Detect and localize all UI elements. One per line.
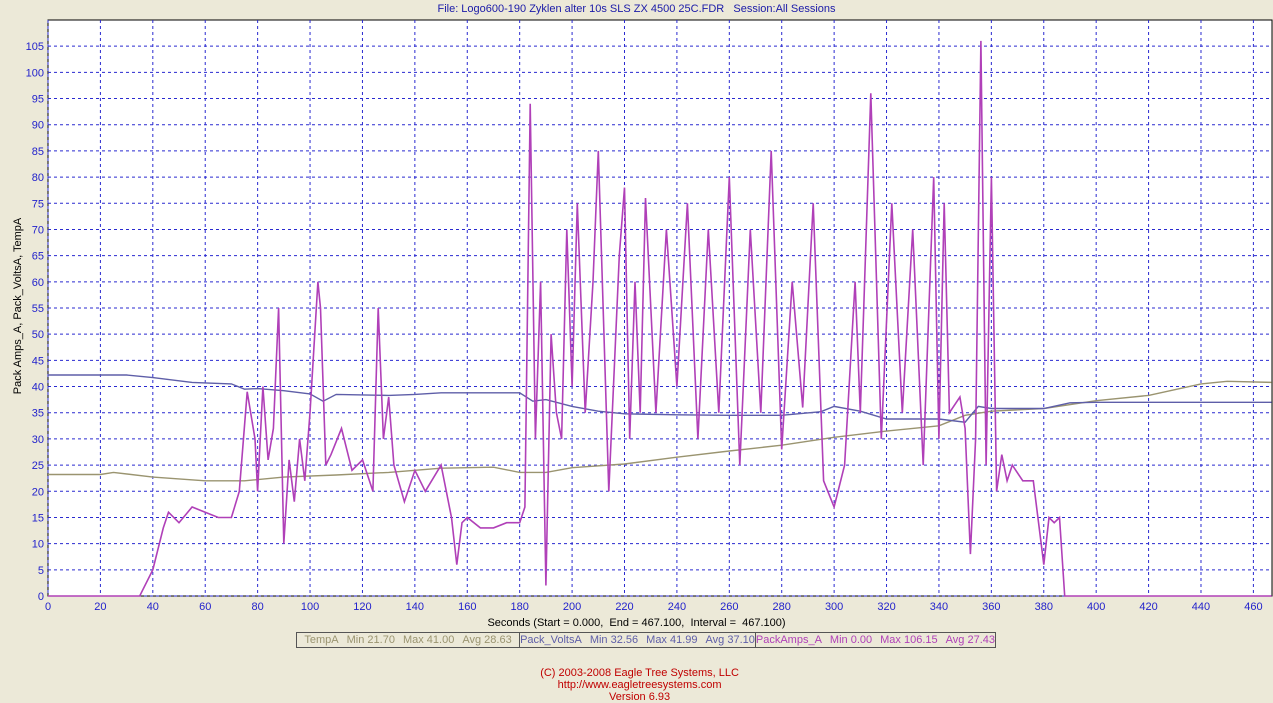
y-tick-label: 30 <box>32 434 44 446</box>
y-tick-label: 105 <box>26 41 44 53</box>
x-tick-label: 20 <box>94 601 106 613</box>
version-text: Version 6.93 <box>608 691 671 703</box>
legend-max-value: 41.00 <box>426 634 455 646</box>
chart: 0 5 10 15 20 25 30 35 40 45 50 55 60 65 70 75 80 85 90 95 10… <box>26 19 1273 613</box>
legend-item-temp: TempA Min 21.70 Max 41.00 Avg 28.63 <box>297 633 521 647</box>
legend-avg-value: 27.43 <box>967 634 995 646</box>
legend-name: TempA <box>304 634 339 646</box>
x-tick-label: 220 <box>615 601 633 613</box>
y-tick-label: 15 <box>32 512 44 524</box>
legend-item-volts: Pack_VoltsA Min 32.56 Max 41.99 Avg 37.1… <box>520 633 756 647</box>
y-tick-label: 45 <box>32 355 44 367</box>
x-axis-label: Seconds (Start = 0.000, End = 467.100, I… <box>487 617 786 629</box>
legend-avg-label: Avg <box>945 634 965 646</box>
legend-max: Max 41.99 <box>646 633 697 647</box>
x-tick-label: 180 <box>510 601 528 613</box>
x-tick-label: 340 <box>930 601 948 613</box>
legend-max: Max 106.15 <box>880 633 938 647</box>
y-tick-label: 85 <box>32 146 44 158</box>
legend-min: Min 21.70 <box>347 633 395 647</box>
x-tick-label: 380 <box>1035 601 1053 613</box>
footer: (C) 2003-2008 Eagle Tree Systems, LLC ht… <box>0 655 1273 703</box>
x-tick-label: 0 <box>45 601 51 613</box>
x-tick-label: 80 <box>252 601 264 613</box>
y-tick-label: 0 <box>38 591 44 603</box>
x-tick-label: 160 <box>458 601 476 613</box>
legend-max-value: 41.99 <box>670 634 698 646</box>
x-tick-label: 240 <box>668 601 686 613</box>
y-tick-label: 40 <box>32 382 44 394</box>
legend-min-label: Min <box>589 634 608 646</box>
legend-min-label: Min <box>829 634 848 646</box>
legend-min-value: 32.56 <box>610 634 639 646</box>
legend-max: Max 41.00 <box>403 633 454 647</box>
y-tick-label: 70 <box>32 224 44 236</box>
legend-min: Min 0.00 <box>830 633 872 647</box>
legend-item-amps: PackAmps_A Min 0.00 Max 106.15 Avg 27.43 <box>756 633 995 647</box>
legend-avg-value: 37.10 <box>727 634 755 646</box>
chart-title: File: Logo600-190 Zyklen alter 10s SLS Z… <box>437 3 836 15</box>
y-tick-label: 5 <box>38 565 44 577</box>
y-tick-label: 10 <box>32 539 44 551</box>
x-tick-label: 200 <box>563 601 581 613</box>
legend-name: Pack_VoltsA <box>520 634 582 646</box>
y-tick-label: 50 <box>32 329 44 341</box>
legend-max-label: Max <box>402 634 424 646</box>
x-tick-label: 320 <box>877 601 895 613</box>
x-tick-label: 400 <box>1087 601 1105 613</box>
legend-avg-label: Avg <box>462 634 482 646</box>
y-tick-label: 35 <box>32 408 44 420</box>
legend-avg: Avg 37.10 <box>706 633 755 647</box>
legend-min-value: 21.70 <box>367 634 395 646</box>
y-tick-label: 25 <box>32 460 44 472</box>
y-tick-label: 90 <box>32 120 44 132</box>
y-ticks: 0 5 10 15 20 25 30 35 40 45 50 55 60 65 70 75 80 85 90 95 10… <box>26 41 44 603</box>
legend-min-label: Min <box>346 634 365 646</box>
y-tick-label: 95 <box>32 94 44 106</box>
legend-avg-label: Avg <box>705 634 725 646</box>
legend: TempA Min 21.70 Max 41.00 Avg 28.63 Pack… <box>296 632 996 648</box>
legend-max-label: Max <box>880 634 901 646</box>
y-tick-label: 20 <box>32 486 44 498</box>
legend-max-value: 106.15 <box>903 634 938 646</box>
x-tick-label: 420 <box>1139 601 1157 613</box>
website-link[interactable]: http://www.eagletreesystems.com <box>558 679 722 691</box>
y-tick-label: 60 <box>32 277 44 289</box>
x-tick-label: 280 <box>773 601 791 613</box>
x-tick-label: 260 <box>720 601 738 613</box>
x-tick-label: 300 <box>825 601 843 613</box>
legend-avg: Avg 27.43 <box>946 633 995 647</box>
legend-name: PackAmps_A <box>755 634 822 646</box>
x-tick-label: 460 <box>1244 601 1262 613</box>
x-ticks: 0 20 40 60 80 100 120 140 160 180 200 220 240 260 280 3… <box>45 601 1263 613</box>
x-tick-label: 60 <box>199 601 211 613</box>
copyright-text: (C) 2003-2008 Eagle Tree Systems, LLC <box>540 667 739 679</box>
y-tick-label: 80 <box>32 172 44 184</box>
x-tick-label: 40 <box>147 601 159 613</box>
y-tick-label: 55 <box>32 303 44 315</box>
x-tick-label: 120 <box>353 601 371 613</box>
legend-max-label: Max <box>646 634 667 646</box>
y-axis-label: Pack Amps_A, Pack_VoltsA, TempA <box>12 217 24 395</box>
y-tick-label: 75 <box>32 198 44 210</box>
y-tick-label: 100 <box>26 67 44 79</box>
x-tick-label: 440 <box>1192 601 1210 613</box>
legend-min-value: 0.00 <box>850 634 873 646</box>
y-tick-label: 65 <box>32 251 44 263</box>
x-tick-label: 360 <box>982 601 1000 613</box>
legend-min: Min 32.56 <box>590 633 638 647</box>
legend-avg: Avg 28.63 <box>462 633 511 647</box>
x-tick-label: 140 <box>406 601 424 613</box>
x-tick-label: 100 <box>301 601 319 613</box>
legend-avg-value: 28.63 <box>484 634 512 646</box>
